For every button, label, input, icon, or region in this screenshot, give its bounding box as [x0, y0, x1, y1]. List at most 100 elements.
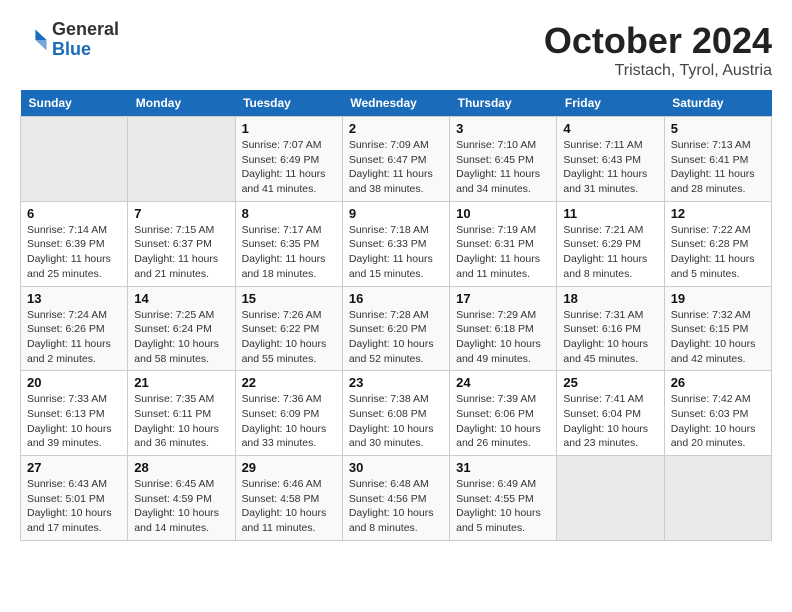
day-info: Sunrise: 7:10 AMSunset: 6:45 PMDaylight:… [456, 138, 550, 197]
calendar-cell: 23Sunrise: 7:38 AMSunset: 6:08 PMDayligh… [342, 371, 449, 456]
calendar-cell [21, 117, 128, 202]
day-number: 27 [27, 460, 121, 475]
day-number: 26 [671, 375, 765, 390]
day-number: 28 [134, 460, 228, 475]
day-info: Sunrise: 7:07 AMSunset: 6:49 PMDaylight:… [242, 138, 336, 197]
day-info: Sunrise: 6:46 AMSunset: 4:58 PMDaylight:… [242, 477, 336, 536]
day-info: Sunrise: 7:26 AMSunset: 6:22 PMDaylight:… [242, 308, 336, 367]
day-number: 25 [563, 375, 657, 390]
calendar-cell: 4Sunrise: 7:11 AMSunset: 6:43 PMDaylight… [557, 117, 664, 202]
calendar-cell: 27Sunrise: 6:43 AMSunset: 5:01 PMDayligh… [21, 456, 128, 541]
day-info: Sunrise: 6:45 AMSunset: 4:59 PMDaylight:… [134, 477, 228, 536]
day-info: Sunrise: 7:39 AMSunset: 6:06 PMDaylight:… [456, 392, 550, 451]
day-info: Sunrise: 7:35 AMSunset: 6:11 PMDaylight:… [134, 392, 228, 451]
day-number: 5 [671, 121, 765, 136]
calendar-cell: 18 Sunrise: 7:31 AMSunset: 6:16 PMDayligh… [557, 286, 664, 371]
day-number: 20 [27, 375, 121, 390]
calendar-cell: 5 Sunrise: 7:13 AMSunset: 6:41 PMDaylight… [664, 117, 771, 202]
day-number: 31 [456, 460, 550, 475]
day-info: Sunrise: 7:22 AMSunset: 6:28 PMDaylight:… [671, 223, 765, 282]
weekday-header: Thursday [450, 90, 557, 117]
calendar-week-row: 13 Sunrise: 7:24 AMSunset: 6:26 PMDayligh… [21, 286, 772, 371]
calendar-cell: 9 Sunrise: 7:18 AMSunset: 6:33 PMDaylight… [342, 201, 449, 286]
weekday-header: Tuesday [235, 90, 342, 117]
day-number: 18 [563, 291, 657, 306]
day-number: 8 [242, 206, 336, 221]
day-number: 6 [27, 206, 121, 221]
month-title: October 2024 [544, 20, 772, 62]
day-info: Sunrise: 7:41 AMSunset: 6:04 PMDaylight:… [563, 392, 657, 451]
day-number: 17 [456, 291, 550, 306]
calendar-cell: 6 Sunrise: 7:14 AMSunset: 6:39 PMDaylight… [21, 201, 128, 286]
logo: General Blue [20, 20, 119, 60]
calendar-cell: 1 Sunrise: 7:07 AMSunset: 6:49 PMDaylight… [235, 117, 342, 202]
weekday-header-row: SundayMondayTuesdayWednesdayThursdayFrid… [21, 90, 772, 117]
calendar-cell: 20 Sunrise: 7:33 AMSunset: 6:13 PMDayligh… [21, 371, 128, 456]
day-info: Sunrise: 7:29 AMSunset: 6:18 PMDaylight:… [456, 308, 550, 367]
logo-general: General [52, 19, 119, 39]
day-info: Sunrise: 7:28 AMSunset: 6:20 PMDaylight:… [349, 308, 443, 367]
calendar-cell: 10 Sunrise: 7:19 AMSunset: 6:31 PMDayligh… [450, 201, 557, 286]
calendar-cell: 15 Sunrise: 7:26 AMSunset: 6:22 PMDayligh… [235, 286, 342, 371]
day-number: 2 [349, 121, 443, 136]
day-number: 23 [349, 375, 443, 390]
day-info: Sunrise: 7:09 AMSunset: 6:47 PMDaylight:… [349, 138, 443, 197]
calendar-cell: 11Sunrise: 7:21 AMSunset: 6:29 PMDayligh… [557, 201, 664, 286]
calendar-table: SundayMondayTuesdayWednesdayThursdayFrid… [20, 90, 772, 541]
day-info: Sunrise: 6:48 AMSunset: 4:56 PMDaylight:… [349, 477, 443, 536]
logo-icon [20, 26, 48, 54]
location-subtitle: Tristach, Tyrol, Austria [544, 62, 772, 80]
logo-text: General Blue [52, 20, 119, 60]
day-number: 1 [242, 121, 336, 136]
day-number: 19 [671, 291, 765, 306]
day-info: Sunrise: 7:33 AMSunset: 6:13 PMDaylight:… [27, 392, 121, 451]
day-number: 22 [242, 375, 336, 390]
day-number: 29 [242, 460, 336, 475]
day-info: Sunrise: 7:19 AMSunset: 6:31 PMDaylight:… [456, 223, 550, 282]
day-number: 13 [27, 291, 121, 306]
day-info: Sunrise: 6:49 AMSunset: 4:55 PMDaylight:… [456, 477, 550, 536]
calendar-cell: 28 Sunrise: 6:45 AMSunset: 4:59 PMDayligh… [128, 456, 235, 541]
day-number: 12 [671, 206, 765, 221]
calendar-cell: 13 Sunrise: 7:24 AMSunset: 6:26 PMDayligh… [21, 286, 128, 371]
calendar-cell: 8Sunrise: 7:17 AMSunset: 6:35 PMDaylight… [235, 201, 342, 286]
calendar-week-row: 6 Sunrise: 7:14 AMSunset: 6:39 PMDaylight… [21, 201, 772, 286]
calendar-cell: 22 Sunrise: 7:36 AMSunset: 6:09 PMDayligh… [235, 371, 342, 456]
calendar-cell: 7Sunrise: 7:15 AMSunset: 6:37 PMDaylight… [128, 201, 235, 286]
day-info: Sunrise: 7:32 AMSunset: 6:15 PMDaylight:… [671, 308, 765, 367]
calendar-cell: 3 Sunrise: 7:10 AMSunset: 6:45 PMDaylight… [450, 117, 557, 202]
weekday-header: Sunday [21, 90, 128, 117]
logo-blue-text: Blue [52, 39, 91, 59]
calendar-cell: 16 Sunrise: 7:28 AMSunset: 6:20 PMDayligh… [342, 286, 449, 371]
weekday-header: Monday [128, 90, 235, 117]
page-header: General Blue October 2024 Tristach, Tyro… [20, 20, 772, 80]
day-number: 16 [349, 291, 443, 306]
title-block: October 2024 Tristach, Tyrol, Austria [544, 20, 772, 80]
day-info: Sunrise: 7:15 AMSunset: 6:37 PMDaylight:… [134, 223, 228, 282]
calendar-cell [128, 117, 235, 202]
calendar-cell: 14 Sunrise: 7:25 AMSunset: 6:24 PMDayligh… [128, 286, 235, 371]
day-info: Sunrise: 7:24 AMSunset: 6:26 PMDaylight:… [27, 308, 121, 367]
day-number: 14 [134, 291, 228, 306]
calendar-cell: 21Sunrise: 7:35 AMSunset: 6:11 PMDayligh… [128, 371, 235, 456]
weekday-header: Saturday [664, 90, 771, 117]
day-info: Sunrise: 7:18 AMSunset: 6:33 PMDaylight:… [349, 223, 443, 282]
day-number: 15 [242, 291, 336, 306]
day-info: Sunrise: 7:13 AMSunset: 6:41 PMDaylight:… [671, 138, 765, 197]
weekday-header: Wednesday [342, 90, 449, 117]
calendar-cell: 19 Sunrise: 7:32 AMSunset: 6:15 PMDayligh… [664, 286, 771, 371]
day-info: Sunrise: 7:14 AMSunset: 6:39 PMDaylight:… [27, 223, 121, 282]
calendar-cell: 29 Sunrise: 6:46 AMSunset: 4:58 PMDayligh… [235, 456, 342, 541]
calendar-cell: 26 Sunrise: 7:42 AMSunset: 6:03 PMDayligh… [664, 371, 771, 456]
day-number: 10 [456, 206, 550, 221]
day-info: Sunrise: 7:31 AMSunset: 6:16 PMDaylight:… [563, 308, 657, 367]
calendar-cell: 17 Sunrise: 7:29 AMSunset: 6:18 PMDayligh… [450, 286, 557, 371]
day-info: Sunrise: 7:36 AMSunset: 6:09 PMDaylight:… [242, 392, 336, 451]
day-number: 3 [456, 121, 550, 136]
day-number: 9 [349, 206, 443, 221]
day-info: Sunrise: 7:42 AMSunset: 6:03 PMDaylight:… [671, 392, 765, 451]
day-number: 11 [563, 206, 657, 221]
weekday-header: Friday [557, 90, 664, 117]
day-info: Sunrise: 7:25 AMSunset: 6:24 PMDaylight:… [134, 308, 228, 367]
day-number: 30 [349, 460, 443, 475]
